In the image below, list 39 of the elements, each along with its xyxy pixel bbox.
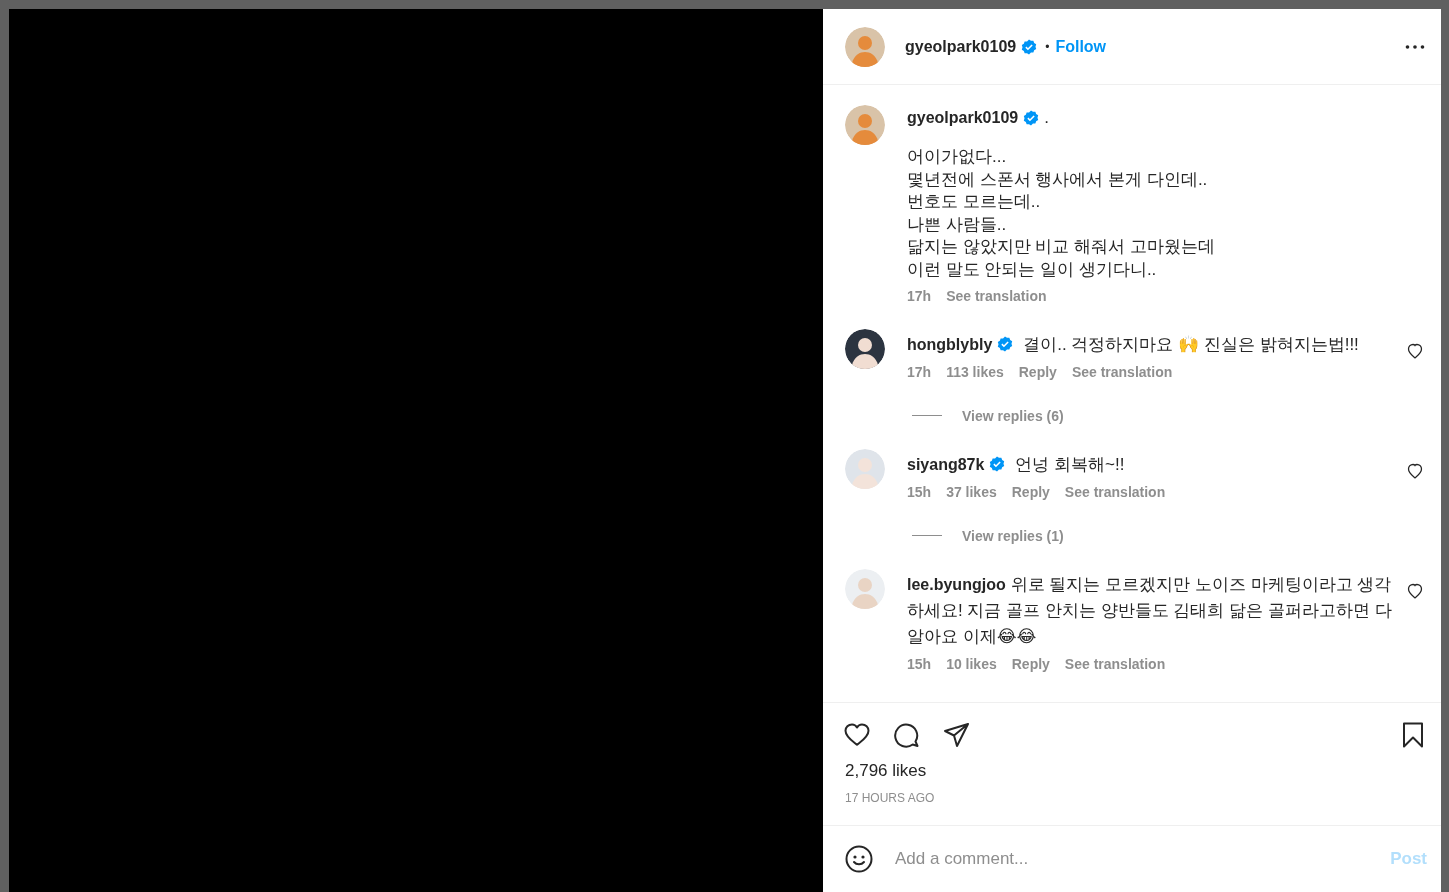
separator-dot: • [1045,39,1050,54]
reply-link[interactable]: Reply [1018,363,1057,380]
emoji-icon[interactable] [845,845,873,873]
username-link[interactable]: lee.byungjoo [907,575,1006,593]
see-translation-link[interactable]: See translation [1064,655,1166,672]
like-comment-icon[interactable] [1407,342,1423,359]
comment-time: 15h [907,655,932,672]
send-icon[interactable] [943,721,971,749]
likes-count[interactable]: 2,796 likes [845,761,927,781]
caption-title: . [1044,108,1049,128]
comment-text: siyang87k 언넝 회복해~!! [907,453,1126,476]
reply-link[interactable]: Reply [1011,655,1050,672]
more-options-icon[interactable] [1405,43,1425,50]
comment-icon[interactable] [893,721,921,749]
comment-time: 17h [907,287,932,304]
view-replies-link[interactable]: View replies (1) [962,527,1064,544]
reply-link[interactable]: Reply [1011,483,1050,500]
caption-text: 어이가없다... 몇년전에 스폰서 행사에서 본게 다인데.. 번호도 모르는데.. 나쁜 사람들.. 닮지는 않았지만 비교 해줘서 고마웠는데 이런 말도 안되는 일이 생기다니.. [907,146,1216,281]
like-comment-icon[interactable] [1407,462,1423,479]
likes-count-link[interactable]: 37 likes [946,483,997,500]
comment-time: 17h [907,363,932,380]
username-link[interactable]: gyeolpark0109 [907,109,1019,127]
comment-time: 15h [907,483,932,500]
like-comment-icon[interactable] [1407,582,1423,599]
likes-count-link[interactable]: 113 likes [946,363,1004,380]
avatar[interactable] [845,328,885,369]
likes-count-link[interactable]: 10 likes [946,655,997,672]
comment-text: hongblybly 결이.. 걱정하지마요 🙌 진실은 밝혀지는법!!! [907,333,1360,356]
see-translation-link[interactable]: See translation [946,287,1047,304]
username-link[interactable]: gyeolpark0109 [905,37,1017,56]
comment-text: lee.byungjoo 위로 될지는 모르겠지만 노이즈 마케팅이라고 생각하세요! 지금 골프 안치는 양반들도 김태희 닮은 골퍼라고하면 다알아요 이제😂😂 [907,573,1393,648]
username-link[interactable]: hongblybly [907,335,993,353]
follow-link[interactable]: Follow [1055,37,1107,56]
see-translation-link[interactable]: See translation [1064,483,1166,500]
like-icon[interactable] [843,721,871,749]
see-translation-link[interactable]: See translation [1071,363,1173,380]
username-link[interactable]: siyang87k [907,455,985,473]
view-replies-link[interactable]: View replies (6) [962,407,1064,424]
post-time: 17 HOURS AGO [845,791,935,805]
